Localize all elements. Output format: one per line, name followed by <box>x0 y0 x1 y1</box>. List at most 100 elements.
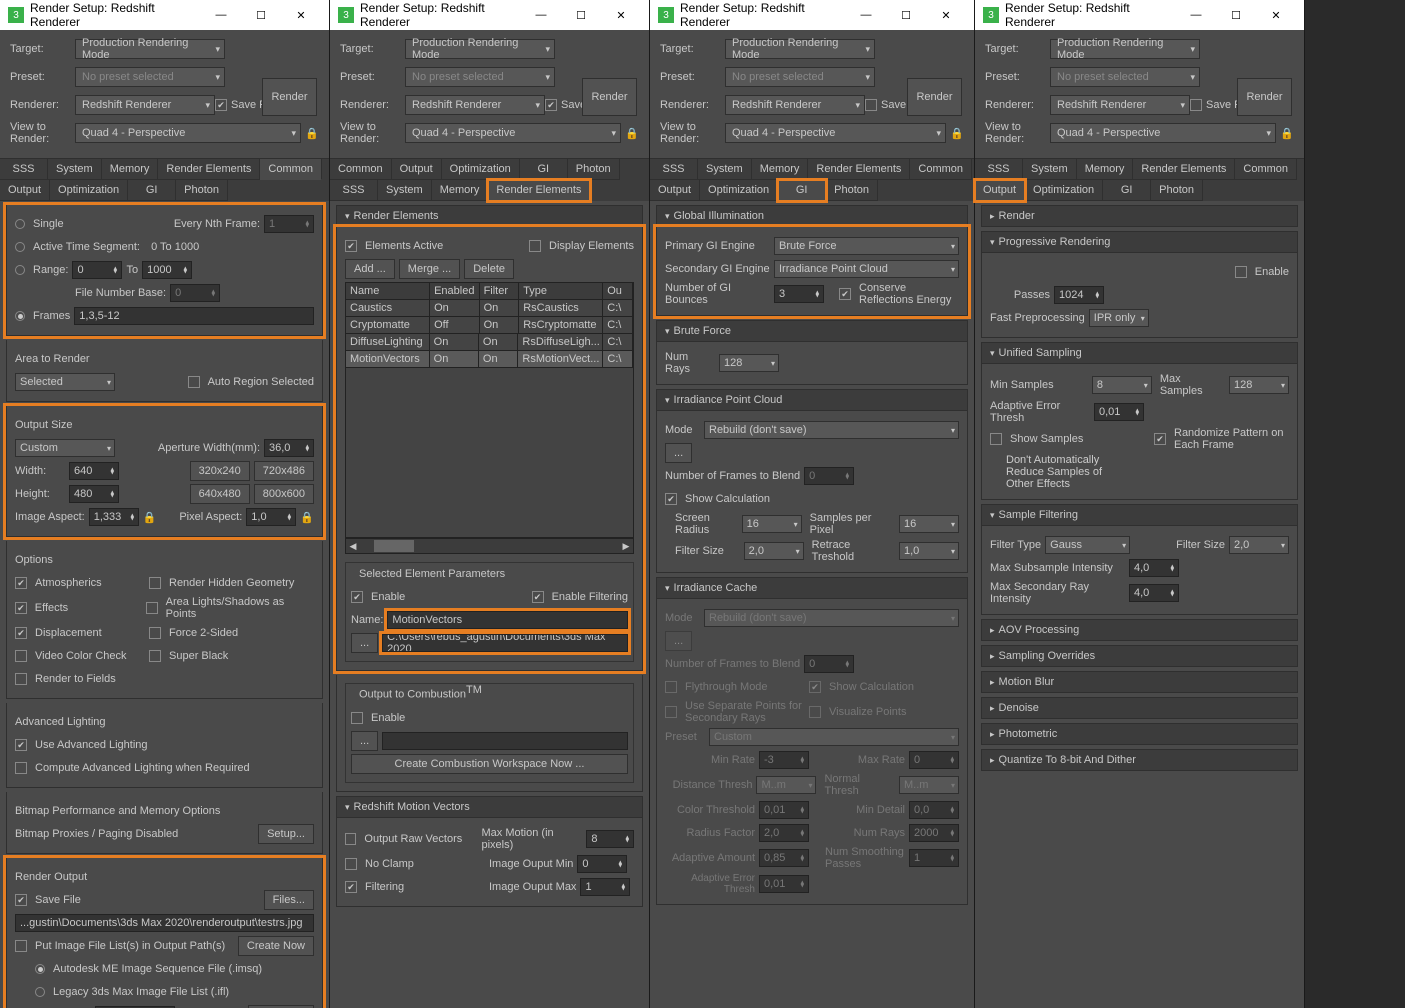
combustion-button[interactable]: Create Combustion Workspace Now ... <box>351 754 628 774</box>
lock-icon[interactable]: 🔒 <box>300 511 314 524</box>
tab-common[interactable]: Common <box>260 159 322 180</box>
sampling-override-rollup[interactable]: Sampling Overrides <box>981 645 1298 667</box>
quantize-rollup[interactable]: Quantize To 8-bit And Dither <box>981 749 1298 771</box>
lock-icon[interactable]: 🔒 <box>1280 127 1294 140</box>
path-button[interactable]: ... <box>351 633 378 653</box>
render-button[interactable]: Render <box>262 78 317 116</box>
renderer-select[interactable]: Redshift Renderer <box>75 95 215 115</box>
preset-label: Preset: <box>10 71 75 83</box>
tab-optimization[interactable]: Optimization <box>50 180 128 201</box>
preset-800[interactable]: 800x600 <box>254 484 314 504</box>
tab-output-active[interactable]: Output <box>975 180 1025 201</box>
merge-button[interactable]: Merge ... <box>399 259 460 279</box>
frames-input[interactable]: 1,3,5-12 <box>74 307 314 325</box>
pixelaspect-spinner[interactable]: 1,0 <box>246 508 296 526</box>
outputsize-select[interactable]: Custom <box>15 439 115 457</box>
close-button[interactable]: ✕ <box>601 0 641 30</box>
savefile-check[interactable] <box>215 99 227 111</box>
render-button[interactable]: Render <box>907 78 962 116</box>
filenumbase[interactable]: 0 <box>170 284 220 302</box>
motion-vectors-rollup[interactable]: Redshift Motion Vectors <box>336 796 643 818</box>
gi-rollup[interactable]: Global Illumination <box>656 205 968 227</box>
frames-radio[interactable] <box>15 311 25 321</box>
tab-gi[interactable]: GI <box>128 180 176 201</box>
tab-memory[interactable]: Memory <box>102 159 159 180</box>
tab-render-elements[interactable]: Render Elements <box>158 159 260 180</box>
motion-blur-rollup[interactable]: Motion Blur <box>981 671 1298 693</box>
area-select[interactable]: Selected <box>15 373 115 391</box>
setup-button[interactable]: Setup... <box>258 824 314 844</box>
progressive-rollup[interactable]: Progressive Rendering <box>981 231 1298 253</box>
height-spinner[interactable]: 480 <box>69 485 119 503</box>
savefile-check[interactable] <box>15 894 27 906</box>
tab-gi[interactable]: GI <box>778 180 826 201</box>
sample-filter-rollup[interactable]: Sample Filtering <box>981 504 1298 526</box>
preset-720[interactable]: 720x486 <box>254 461 314 481</box>
preset-320[interactable]: 320x240 <box>190 461 250 481</box>
single-radio[interactable] <box>15 219 25 229</box>
target-label: Target: <box>10 43 75 55</box>
target-select[interactable]: Production Rendering Mode <box>75 39 225 59</box>
app-icon: 3 <box>338 7 354 23</box>
lock-icon[interactable]: 🔒 <box>950 127 964 140</box>
elements-table[interactable]: NameEnabledFilterTypeOu CausticsOnOnRsCa… <box>345 282 634 368</box>
nth-frame-spinner[interactable]: 1 <box>264 215 314 233</box>
add-button[interactable]: Add ... <box>345 259 395 279</box>
tab-sss[interactable]: SSS <box>0 159 48 180</box>
maximize-button[interactable]: ☐ <box>886 0 926 30</box>
render-elements-rollup[interactable]: Render Elements <box>336 205 643 227</box>
maximize-button[interactable]: ☐ <box>1216 0 1256 30</box>
delete-button[interactable]: Delete <box>464 259 514 279</box>
close-button[interactable]: ✕ <box>1256 0 1296 30</box>
render-button[interactable]: Render <box>582 78 637 116</box>
filter-type-select[interactable]: Gauss <box>1045 536 1130 554</box>
range-to[interactable]: 1000 <box>142 261 192 279</box>
denoise-rollup[interactable]: Denoise <box>981 697 1298 719</box>
createnow-button[interactable]: Create Now <box>238 936 314 956</box>
maximize-button[interactable]: ☐ <box>241 0 281 30</box>
render-rollup[interactable]: Render <box>981 205 1298 227</box>
primary-gi-select[interactable]: Brute Force <box>774 237 959 255</box>
render-button[interactable]: Render <box>1237 78 1292 116</box>
ic-rollup[interactable]: Irradiance Cache <box>656 577 968 599</box>
aov-rollup[interactable]: AOV Processing <box>981 619 1298 641</box>
element-name-input[interactable]: MotionVectors <box>387 611 628 629</box>
unified-rollup[interactable]: Unified Sampling <box>981 342 1298 364</box>
secondary-gi-select[interactable]: Irradiance Point Cloud <box>774 260 959 278</box>
fast-preproc-select[interactable]: IPR only <box>1089 309 1149 327</box>
minimize-button[interactable]: — <box>201 0 241 30</box>
maximize-button[interactable]: ☐ <box>561 0 601 30</box>
files-button[interactable]: Files... <box>264 890 314 910</box>
preset-640[interactable]: 640x480 <box>190 484 250 504</box>
brute-force-rollup[interactable]: Brute Force <box>656 320 968 342</box>
imageaspect-spinner[interactable]: 1,333 <box>89 508 139 526</box>
width-spinner[interactable]: 640 <box>69 462 119 480</box>
minimize-button[interactable]: — <box>846 0 886 30</box>
numrays-select[interactable]: 128 <box>719 354 779 372</box>
tab-render-elements[interactable]: Render Elements <box>488 180 590 201</box>
bounces-spinner[interactable]: 3 <box>774 285 824 303</box>
output-path[interactable]: ...gustin\Documents\3ds Max 2020\rendero… <box>15 914 314 932</box>
ipc-mode-select[interactable]: Rebuild (don't save) <box>704 421 959 439</box>
ats-radio[interactable] <box>15 242 25 252</box>
view-select[interactable]: Quad 4 - Perspective <box>75 123 301 143</box>
minimize-button[interactable]: — <box>521 0 561 30</box>
auto-region-check[interactable] <box>188 376 200 388</box>
lock-icon[interactable]: 🔒 <box>625 127 639 140</box>
table-hscroll[interactable]: ◀▶ <box>345 538 634 554</box>
preset-select[interactable]: No preset selected <box>75 67 225 87</box>
tab-output[interactable]: Output <box>0 180 50 201</box>
tab-system[interactable]: System <box>48 159 102 180</box>
tab-photon[interactable]: Photon <box>176 180 228 201</box>
range-radio[interactable] <box>15 265 25 275</box>
minimize-button[interactable]: — <box>1176 0 1216 30</box>
ipc-rollup[interactable]: Irradiance Point Cloud <box>656 389 968 411</box>
range-from[interactable]: 0 <box>72 261 122 279</box>
photometric-rollup[interactable]: Photometric <box>981 723 1298 745</box>
close-button[interactable]: ✕ <box>926 0 966 30</box>
lock-icon[interactable]: 🔒 <box>305 127 319 140</box>
lock-icon[interactable]: 🔒 <box>143 511 157 524</box>
element-path-input[interactable]: C:\Users\rebus_agustin\Documents\3ds Max… <box>382 634 628 652</box>
aperture-spinner[interactable]: 36,0 <box>264 439 314 457</box>
close-button[interactable]: ✕ <box>281 0 321 30</box>
